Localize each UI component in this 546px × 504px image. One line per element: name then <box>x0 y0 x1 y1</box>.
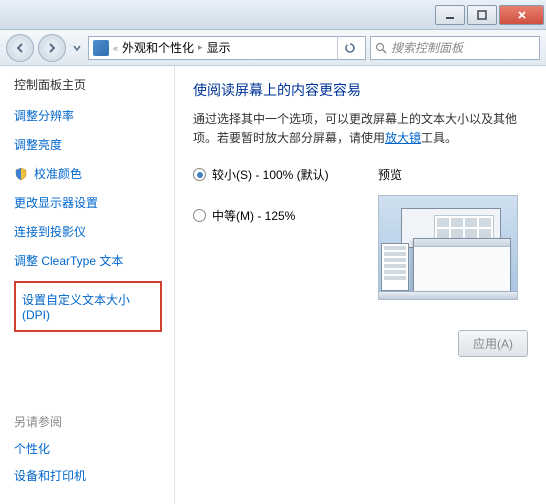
refresh-button[interactable] <box>337 36 361 60</box>
sidebar: 控制面板主页 调整分辨率 调整亮度 校准颜色 更改显示器设置 连接到投影仪 调整… <box>0 66 175 504</box>
sidebar-item-projector[interactable]: 连接到投影仪 <box>14 223 174 240</box>
sidebar-item-custom-dpi[interactable]: 设置自定义文本大小(DPI) <box>14 281 162 332</box>
main-panel: 使阅读屏幕上的内容更容易 通过选择其中一个选项，可以更改屏幕上的文本大小以及其他… <box>175 66 546 504</box>
navigation-bar: « 外观和个性化 ▸ 显示 搜索控制面板 <box>0 30 546 66</box>
preview-label: 预览 <box>378 166 528 183</box>
apply-button[interactable]: 应用(A) <box>458 330 528 357</box>
radio-option-medium[interactable]: 中等(M) - 125% <box>193 207 358 224</box>
radio-option-small[interactable]: 较小(S) - 100% (默认) <box>193 166 358 183</box>
sidebar-item-cleartype[interactable]: 调整 ClearType 文本 <box>14 252 174 269</box>
sidebar-item-calibrate-color[interactable]: 校准颜色 <box>14 165 174 182</box>
control-panel-home-link[interactable]: 控制面板主页 <box>14 76 174 93</box>
window-titlebar <box>0 0 546 30</box>
search-input[interactable]: 搜索控制面板 <box>370 36 540 60</box>
search-placeholder: 搜索控制面板 <box>391 39 463 56</box>
magnifier-link[interactable]: 放大镜 <box>385 131 421 145</box>
radio-icon <box>193 168 206 181</box>
sidebar-item-display-settings[interactable]: 更改显示器设置 <box>14 194 174 211</box>
search-icon <box>375 42 387 54</box>
sidebar-item-brightness[interactable]: 调整亮度 <box>14 136 174 153</box>
breadcrumb-level2[interactable]: 显示 <box>207 39 231 56</box>
radio-label: 较小(S) - 100% (默认) <box>212 166 329 183</box>
sidebar-item-resolution[interactable]: 调整分辨率 <box>14 107 174 124</box>
see-also-heading: 另请参阅 <box>14 413 174 430</box>
page-description: 通过选择其中一个选项，可以更改屏幕上的文本大小以及其他项。若要暂时放大部分屏幕，… <box>193 110 528 148</box>
back-button[interactable] <box>6 34 34 62</box>
minimize-button[interactable] <box>435 5 465 25</box>
sidebar-footer-devices[interactable]: 设备和打印机 <box>14 467 174 484</box>
page-title: 使阅读屏幕上的内容更容易 <box>193 80 528 100</box>
shield-icon <box>14 167 28 181</box>
history-dropdown[interactable] <box>70 34 84 62</box>
breadcrumb-level1[interactable]: 外观和个性化 <box>122 39 194 56</box>
close-button[interactable] <box>499 5 544 25</box>
address-bar[interactable]: « 外观和个性化 ▸ 显示 <box>88 36 366 60</box>
control-panel-icon <box>93 40 109 56</box>
maximize-button[interactable] <box>467 5 497 25</box>
radio-icon <box>193 209 206 222</box>
preview-thumbnail <box>378 195 518 300</box>
chevron-icon: ▸ <box>198 42 203 53</box>
sidebar-footer-personalization[interactable]: 个性化 <box>14 440 174 457</box>
forward-button[interactable] <box>38 34 66 62</box>
chevron-icon: « <box>113 43 118 53</box>
radio-label: 中等(M) - 125% <box>212 207 295 224</box>
